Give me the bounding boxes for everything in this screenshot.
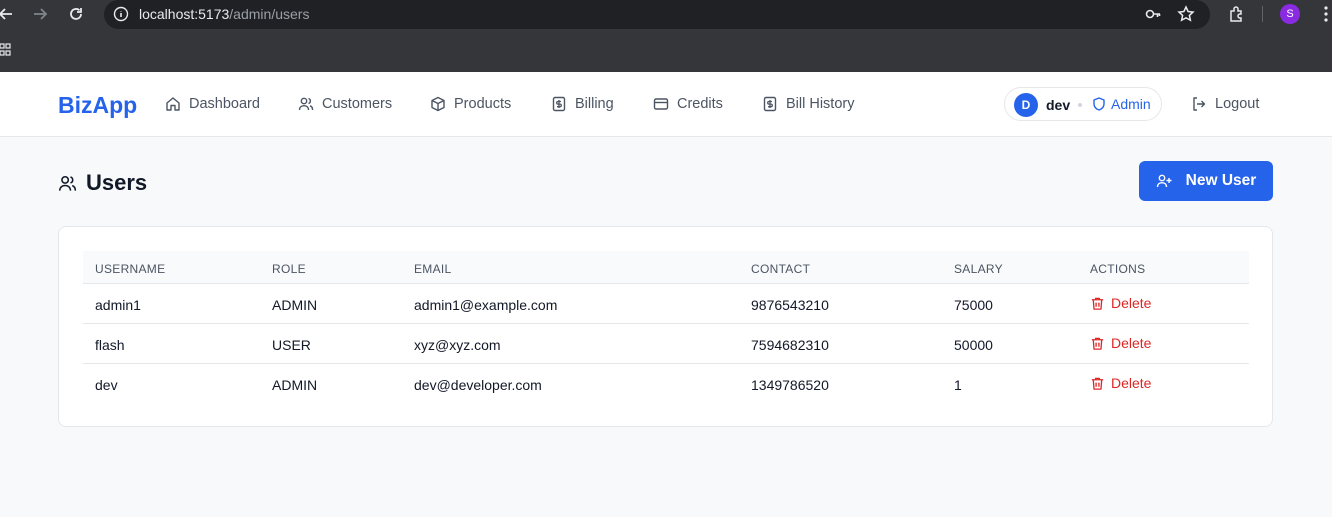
delete-label: Delete — [1111, 335, 1152, 351]
user-badge: D dev Admin — [1004, 87, 1162, 121]
url-text: localhost:5173/admin/users — [139, 6, 309, 22]
delete-label: Delete — [1111, 375, 1152, 391]
nav-customers-label: Customers — [322, 96, 393, 112]
page-title: Users — [58, 170, 147, 196]
nav-bill-history[interactable]: Bill History — [762, 96, 854, 112]
home-icon — [166, 97, 180, 111]
table-header: USERNAME ROLE EMAIL CONTACT SALARY ACTIO… — [83, 251, 1249, 284]
page-title-text: Users — [86, 170, 148, 195]
cell-email: xyz@xyz.com — [414, 337, 501, 353]
header-role: ROLE — [272, 262, 306, 276]
cell-username: admin1 — [95, 297, 141, 313]
trash-icon — [1091, 337, 1104, 350]
delete-button[interactable]: Delete — [1090, 335, 1151, 351]
table-row: admin1 ADMIN admin1@example.com 98765432… — [83, 284, 1249, 324]
header-salary: SALARY — [954, 262, 1003, 276]
avatar: D — [1014, 93, 1038, 117]
extensions-icon[interactable] — [1227, 4, 1247, 24]
password-key-icon[interactable] — [1144, 5, 1162, 23]
apps-grid-icon[interactable] — [0, 43, 12, 57]
cell-contact: 7594682310 — [751, 337, 829, 353]
user-name: dev — [1046, 97, 1071, 113]
cell-email: admin1@example.com — [414, 297, 558, 313]
shield-icon — [1093, 97, 1105, 111]
browser-chrome: localhost:5173/admin/users S — [0, 0, 1332, 72]
reload-icon[interactable] — [66, 4, 86, 24]
users-icon — [59, 175, 77, 191]
role-badge: Admin — [1092, 96, 1151, 112]
user-plus-icon — [1156, 174, 1172, 188]
cell-contact: 9876543210 — [751, 297, 829, 313]
package-icon — [431, 96, 445, 112]
users-table-card: USERNAME ROLE EMAIL CONTACT SALARY ACTIO… — [58, 226, 1273, 427]
separator-dot — [1078, 103, 1082, 107]
delete-button[interactable]: Delete — [1090, 375, 1151, 391]
delete-button[interactable]: Delete — [1090, 295, 1151, 311]
nav-dashboard[interactable]: Dashboard — [165, 96, 260, 112]
nav-products[interactable]: Products — [430, 96, 511, 112]
header-actions: ACTIONS — [1090, 262, 1146, 276]
table-row: flash USER xyz@xyz.com 7594682310 50000 … — [83, 324, 1249, 364]
url-host: localhost:5173 — [139, 6, 230, 22]
url-path: /admin/users — [229, 6, 310, 22]
role-label: Admin — [1111, 96, 1151, 112]
credit-card-icon — [653, 98, 669, 110]
toolbar-separator — [1262, 6, 1263, 22]
cell-username: dev — [95, 377, 118, 393]
profile-avatar[interactable]: S — [1280, 4, 1300, 24]
dollar-receipt-icon — [763, 96, 777, 112]
more-menu-icon[interactable] — [1316, 4, 1332, 24]
nav-customers[interactable]: Customers — [298, 96, 392, 112]
address-bar[interactable]: localhost:5173/admin/users — [104, 0, 1210, 29]
cell-role: ADMIN — [272, 297, 318, 313]
trash-icon — [1091, 297, 1104, 310]
nav-dashboard-label: Dashboard — [189, 96, 260, 112]
brand-logo[interactable]: BizApp — [58, 92, 137, 119]
nav-bill-history-label: Bill History — [786, 96, 855, 112]
nav-credits-label: Credits — [677, 96, 723, 112]
table-row: dev ADMIN dev@developer.com 1349786520 1… — [83, 364, 1249, 404]
cell-salary: 1 — [954, 377, 962, 393]
nav-billing-label: Billing — [575, 96, 614, 112]
header-contact: CONTACT — [751, 262, 811, 276]
bookmark-star-icon[interactable] — [1177, 5, 1195, 23]
header-username: USERNAME — [95, 262, 166, 276]
cell-salary: 75000 — [954, 297, 993, 313]
dollar-receipt-icon — [552, 96, 566, 112]
delete-label: Delete — [1111, 295, 1152, 311]
back-icon[interactable] — [0, 4, 16, 24]
logout-button[interactable]: Logout — [1191, 96, 1259, 112]
forward-icon[interactable] — [30, 4, 50, 24]
cell-role: ADMIN — [272, 377, 318, 393]
cell-username: flash — [95, 337, 125, 353]
nav-billing[interactable]: Billing — [551, 96, 614, 112]
cell-salary: 50000 — [954, 337, 993, 353]
app-header: BizApp Dashboard Customers Products Bill… — [0, 72, 1332, 137]
header-email: EMAIL — [414, 262, 452, 276]
nav-products-label: Products — [454, 96, 512, 112]
trash-icon — [1091, 377, 1104, 390]
logout-icon — [1193, 97, 1206, 111]
site-info-icon[interactable] — [112, 5, 130, 23]
cell-email: dev@developer.com — [414, 377, 542, 393]
cell-contact: 1349786520 — [751, 377, 829, 393]
cell-role: USER — [272, 337, 311, 353]
nav-credits[interactable]: Credits — [653, 96, 723, 112]
logout-label: Logout — [1215, 96, 1260, 112]
new-user-button[interactable]: New User — [1139, 161, 1273, 201]
new-user-label: New User — [1185, 172, 1257, 189]
users-icon — [298, 97, 314, 111]
